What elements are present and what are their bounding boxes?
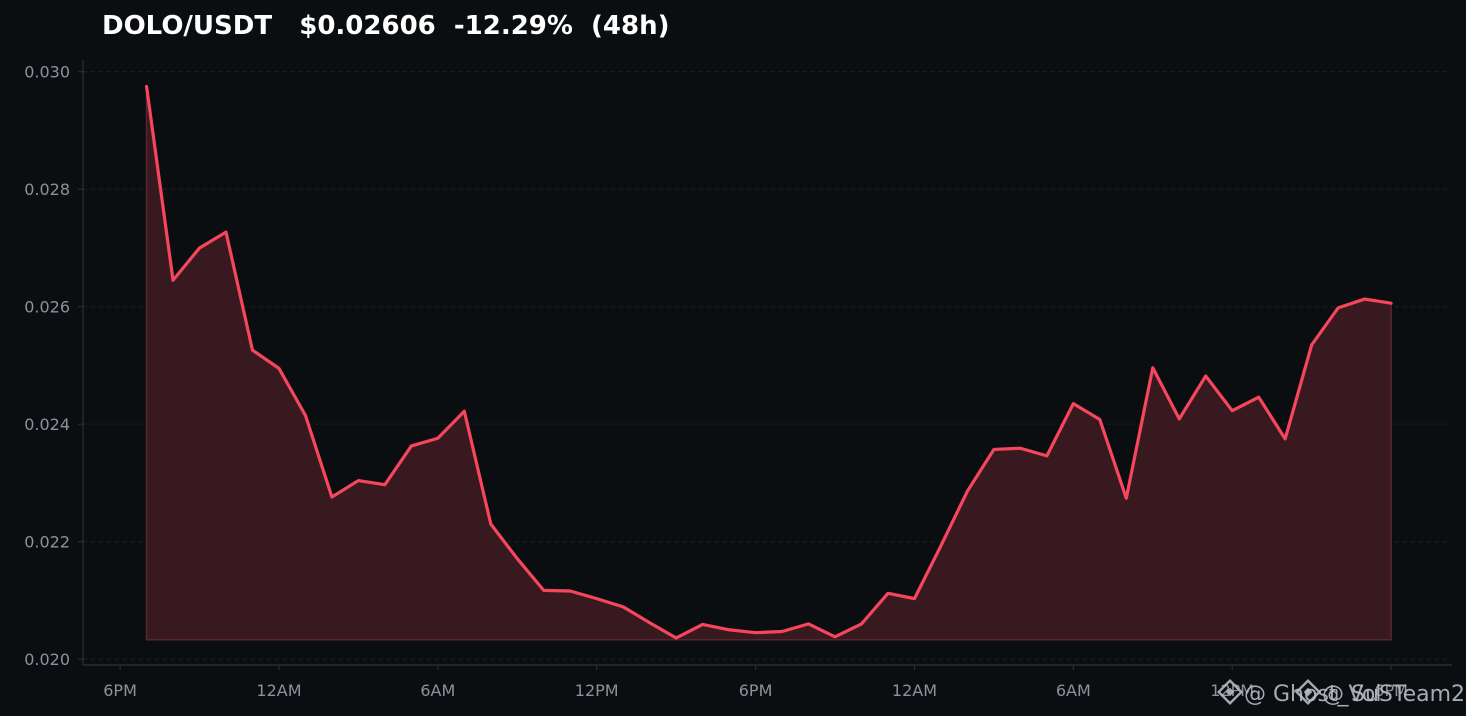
data-point [569,589,572,592]
price-area-fill [145,86,1392,641]
data-point [383,483,386,486]
data-point [1257,396,1260,399]
data-point [277,367,280,370]
data-point [860,622,863,625]
price-area [145,86,1392,641]
data-point [780,630,783,633]
data-point [1178,417,1181,420]
data-point [1363,297,1366,300]
data-point [807,622,810,625]
data-point [833,635,836,638]
x-tick-label: 12AM [256,681,301,700]
x-tick-label: 6PM [103,681,137,700]
data-point [463,410,466,413]
data-point [145,85,148,88]
data-point [516,557,519,560]
data-point [1310,343,1313,346]
data-point [728,628,731,631]
watermark: @ SuSTeam23 [1294,678,1466,707]
x-axis-ticks: 6PM12AM6AM12PM6PM12AM6AM12PM6PM [103,665,1408,700]
y-tick-label: 0.024 [24,415,70,434]
data-point [622,605,625,608]
data-point [489,522,492,525]
y-tick-label: 0.028 [24,180,70,199]
data-point [966,490,969,493]
data-point [939,544,942,547]
data-point [410,444,413,447]
data-point [1204,374,1207,377]
x-tick-label: 6AM [1056,681,1091,700]
x-tick-label: 6AM [420,681,455,700]
data-point [1098,418,1101,421]
data-point [251,349,254,352]
x-tick-label: 12AM [892,681,937,700]
data-point [542,589,545,592]
data-point [436,437,439,440]
data-point [1337,306,1340,309]
data-point [913,597,916,600]
data-point [595,597,598,600]
price-chart: 0.020 0.022 0.024 0.026 0.028 0.030 6PM 12AM 6A… [24,60,1466,707]
data-point [198,246,201,249]
y-tick-label: 0.030 [24,63,70,82]
data-point [1019,447,1022,450]
data-point [1125,497,1128,500]
watermark-text: @ SuSTeam23 [1322,682,1466,707]
data-point [754,631,757,634]
data-point [992,448,995,451]
data-point [1390,302,1393,305]
y-axis-ticks: 0.020 0.022 0.024 0.026 0.028 0.030 [24,63,83,669]
x-tick-label: 6PM [739,681,773,700]
y-tick-label: 0.022 [24,533,70,552]
data-point [1045,454,1048,457]
data-point [675,636,678,639]
x-tick-label: 12PM [575,681,619,700]
data-point [357,479,360,482]
data-point [171,279,174,282]
data-point [304,414,307,417]
data-point [1231,409,1234,412]
y-tick-label: 0.020 [24,650,70,669]
data-point [701,623,704,626]
data-point [1072,402,1075,405]
data-point [224,231,227,234]
data-point [330,495,333,498]
data-point [648,621,651,624]
y-tick-label: 0.026 [24,298,70,317]
data-point [1151,366,1154,369]
data-point [886,592,889,595]
watermarks: @ Ghost_Vol@ SuSTeam23 [1216,678,1466,707]
data-point [1284,437,1287,440]
